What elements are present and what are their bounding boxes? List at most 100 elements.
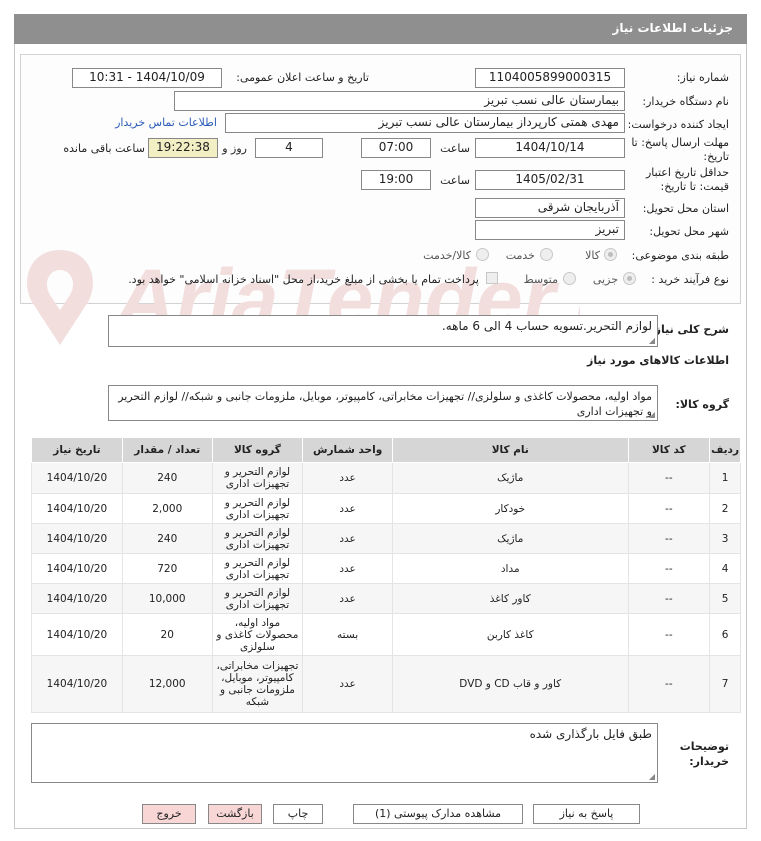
goods-group-label: گروه کالا: [675, 398, 729, 411]
row-number: 5 [709, 583, 741, 614]
item-unit: عدد [302, 523, 393, 554]
item-group: مواد اولیه، محصولات کاغذی و سلولزی [211, 613, 304, 656]
item-code: -- [627, 613, 711, 656]
view-attachments-button[interactable]: مشاهده مدارک پیوستی (1) [353, 804, 523, 824]
days-label: روز و [222, 142, 247, 155]
buyer-notes-field: طبق فایل بارگذاری شده ◢ [31, 723, 658, 783]
process-radio-minor[interactable] [623, 272, 636, 285]
treasury-checkbox[interactable] [486, 272, 498, 284]
item-quantity: 240 [121, 523, 213, 554]
item-name: کاور و قاب CD و DVD [391, 655, 629, 713]
item-group: لوازم التحریر و تجهیزات اداری [211, 493, 304, 524]
item-name: ماژیک [391, 462, 629, 494]
description-text: لوازم التحریر.تسویه حساب 4 الی 6 ماهه. [441, 319, 652, 333]
deadline-time-field: 07:00 [361, 138, 431, 158]
process-option-medium: متوسط [523, 273, 558, 286]
remaining-label: ساعت باقی مانده [63, 142, 145, 155]
buyer-contact-link[interactable]: اطلاعات تماس خریدار [115, 116, 217, 129]
item-quantity: 240 [121, 462, 213, 494]
item-code: -- [627, 655, 711, 713]
item-need-date: 1404/10/20 [31, 655, 123, 713]
item-quantity: 720 [121, 553, 213, 584]
item-quantity: 20 [121, 613, 213, 656]
table-row: 1 -- ماژیک عدد لوازم التحریر و تجهیزات ا… [31, 462, 741, 494]
column-header: نام کالا [391, 437, 629, 463]
validity-time-label: ساعت [440, 174, 470, 187]
validity-label: حداقل تاریخ اعتبار [645, 166, 729, 179]
resize-handle-icon: ◢ [648, 336, 655, 345]
validity-time-field: 19:00 [361, 170, 431, 190]
category-option-service: خدمت [505, 249, 535, 262]
item-name: ماژیک [391, 523, 629, 554]
item-name: مداد [391, 553, 629, 584]
item-need-date: 1404/10/20 [31, 462, 123, 494]
deadline-date-field: 1404/10/14 [475, 138, 625, 158]
row-number: 1 [709, 462, 741, 494]
province-field: آذربایجان شرقی [475, 198, 625, 218]
deadline-label-date: تاریخ: [703, 150, 729, 163]
row-number: 4 [709, 553, 741, 584]
table-row: 2 -- خودکار عدد لوازم التحریر و تجهیزات … [31, 493, 741, 524]
back-button[interactable]: بازگشت [208, 804, 262, 824]
city-label: شهر محل تحویل: [649, 225, 729, 238]
item-need-date: 1404/10/20 [31, 613, 123, 656]
item-unit: بسته [302, 613, 393, 656]
page-title: جزئیات اطلاعات نیاز [14, 14, 747, 44]
item-need-date: 1404/10/20 [31, 493, 123, 524]
item-group: لوازم التحریر و تجهیزات اداری [211, 583, 304, 614]
process-radio-medium[interactable] [563, 272, 576, 285]
column-header: تعداد / مقدار [121, 437, 213, 463]
item-name: کاغذ کاربن [391, 613, 629, 656]
column-header: کد کالا [627, 437, 711, 463]
item-unit: عدد [302, 553, 393, 584]
need-number-field: 1104005899000315 [475, 68, 625, 88]
item-code: -- [627, 523, 711, 554]
category-radio-goods[interactable] [604, 248, 617, 261]
days-field: 4 [255, 138, 323, 158]
item-group: لوازم التحریر و تجهیزات اداری [211, 553, 304, 584]
table-row: 3 -- ماژیک عدد لوازم التحریر و تجهیزات ا… [31, 523, 741, 554]
item-group: تجهیزات مخابراتی، کامپیوتر، موبایل، ملزو… [211, 655, 304, 713]
item-unit: عدد [302, 655, 393, 713]
item-code: -- [627, 583, 711, 614]
buyer-notes-label: توضیحات [679, 740, 729, 753]
validity-date-field: 1405/02/31 [475, 170, 625, 190]
category-label: طبقه بندی موضوعی: [631, 249, 729, 262]
item-quantity: 12,000 [121, 655, 213, 713]
column-header: تاریخ نیاز [31, 437, 123, 463]
table-row: 6 -- کاغذ کاربن بسته مواد اولیه، محصولات… [31, 613, 741, 656]
exit-button[interactable]: خروج [142, 804, 196, 824]
process-label: نوع فرآیند خرید : [651, 273, 729, 286]
column-header: گروه کالا [211, 437, 304, 463]
items-table: ردیف کد کالا نام کالا واحد شمارش گروه کا… [31, 437, 741, 713]
row-number: 7 [709, 655, 741, 713]
column-header: ردیف [709, 437, 741, 463]
row-number: 3 [709, 523, 741, 554]
table-row: 4 -- مداد عدد لوازم التحریر و تجهیزات اد… [31, 553, 741, 584]
city-field: تبریز [475, 220, 625, 240]
column-header: واحد شمارش [302, 437, 393, 463]
reply-button[interactable]: پاسخ به نیاز [533, 804, 640, 824]
item-need-date: 1404/10/20 [31, 523, 123, 554]
item-need-date: 1404/10/20 [31, 553, 123, 584]
category-radio-both[interactable] [476, 248, 489, 261]
item-need-date: 1404/10/20 [31, 583, 123, 614]
item-code: -- [627, 553, 711, 584]
need-number-label: شماره نیاز: [676, 71, 729, 84]
goods-info-title: اطلاعات کالاهای مورد نیاز [587, 354, 729, 367]
treasury-note: پرداخت تمام یا بخشی از مبلغ خرید،از محل … [128, 273, 479, 286]
resize-handle-icon: ◢ [648, 410, 655, 419]
item-name: کاور کاغذ [391, 583, 629, 614]
buyer-org-label: نام دستگاه خریدار: [642, 95, 729, 108]
item-code: -- [627, 462, 711, 494]
item-code: -- [627, 493, 711, 524]
table-header-row: ردیف کد کالا نام کالا واحد شمارش گروه کا… [31, 437, 741, 463]
deadline-time-label: ساعت [440, 142, 470, 155]
validity-label-date: قیمت: تا تاریخ: [660, 180, 729, 193]
category-radio-service[interactable] [540, 248, 553, 261]
deadline-label: مهلت ارسال پاسخ: تا [631, 136, 729, 149]
print-button[interactable]: چاپ [273, 804, 323, 824]
description-label: شرح کلی نیاز: [650, 323, 729, 336]
item-unit: عدد [302, 583, 393, 614]
description-field: لوازم التحریر.تسویه حساب 4 الی 6 ماهه. ◢ [108, 315, 658, 347]
